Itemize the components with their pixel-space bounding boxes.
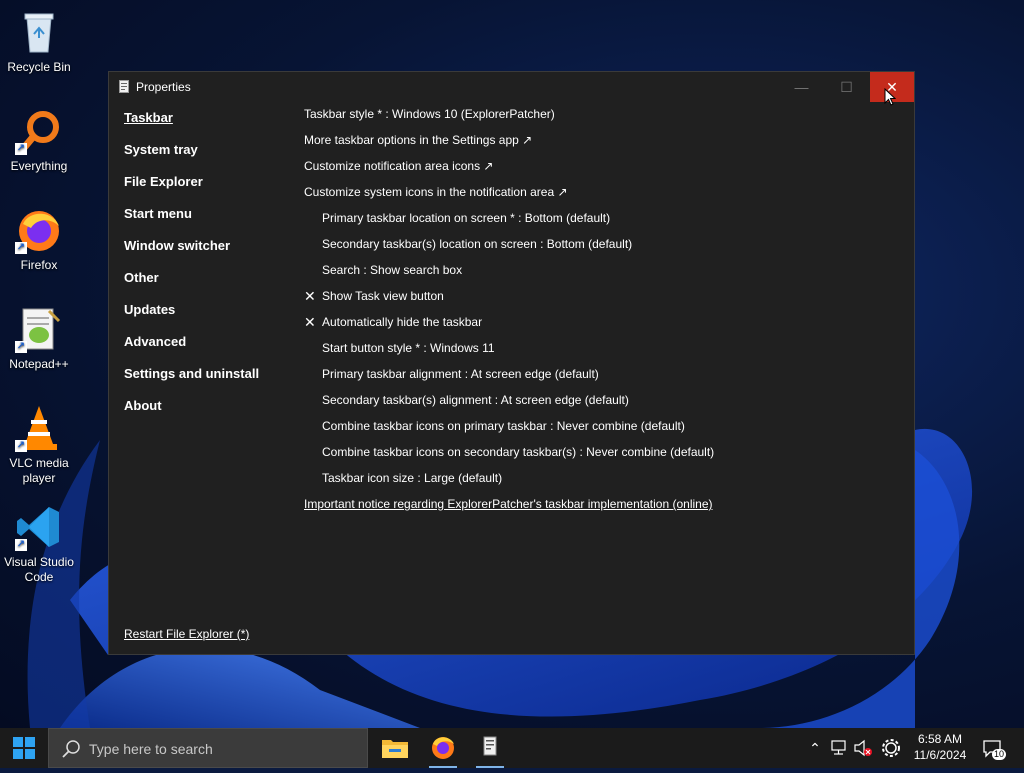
notification-count-badge: 10 (992, 749, 1007, 760)
option-search[interactable]: Search : Show search box (322, 263, 462, 277)
nav-about[interactable]: About (124, 398, 162, 413)
desktop-icon-label: VLC media player (9, 456, 69, 485)
shortcut-arrow-icon: ↗ (15, 440, 27, 452)
clock-date: 11/6/2024 (913, 748, 967, 762)
desktop-icon-recycle-bin[interactable]: Recycle Bin (2, 8, 76, 75)
option-show-task-view-button[interactable]: ✕ Show Task view button (304, 288, 444, 304)
taskbar-file-explorer[interactable] (372, 728, 418, 768)
option-more-taskbar-settings[interactable]: More taskbar options in the Settings app… (304, 133, 532, 147)
start-button[interactable] (0, 728, 48, 768)
windows-logo-icon (13, 737, 35, 759)
nav-updates[interactable]: Updates (124, 302, 175, 317)
desktop-icon-vscode[interactable]: ↗ Visual Studio Code (2, 503, 76, 585)
checkmark-icon: ✕ (304, 314, 316, 330)
restart-file-explorer-link[interactable]: Restart File Explorer (*) (124, 627, 249, 641)
file-explorer-icon (382, 740, 408, 758)
desktop-icon-label: Recycle Bin (7, 60, 71, 74)
important-notice-link[interactable]: Important notice regarding ExplorerPatch… (304, 497, 713, 511)
desktop-icon-label: Notepad++ (9, 357, 69, 371)
shortcut-arrow-icon: ↗ (15, 539, 27, 551)
desktop-icon-everything[interactable]: ↗ Everything (2, 107, 76, 174)
network-icon[interactable] (829, 728, 849, 768)
option-customize-system-icons[interactable]: Customize system icons in the notificati… (304, 185, 568, 199)
option-label: Automatically hide the taskbar (322, 315, 483, 329)
option-taskbar-style[interactable]: Taskbar style * : Windows 10 (ExplorerPa… (304, 107, 555, 121)
nav-settings-and-uninstall[interactable]: Settings and uninstall (124, 366, 259, 381)
volume-muted-icon[interactable] (852, 728, 874, 768)
option-taskbar-icon-size[interactable]: Taskbar icon size : Large (default) (322, 471, 502, 485)
nav-window-switcher[interactable]: Window switcher (124, 238, 230, 253)
notification-center-button[interactable]: 10 (978, 728, 1010, 768)
mouse-cursor-icon (884, 88, 896, 106)
taskbar-firefox[interactable] (420, 728, 466, 768)
option-auto-hide-taskbar[interactable]: ✕ Automatically hide the taskbar (304, 314, 483, 330)
firefox-icon (432, 737, 454, 759)
taskbar-properties-app[interactable] (467, 728, 513, 768)
properties-window: Properties — ☐ ✕ Taskbar System tray Fil… (108, 71, 915, 655)
desktop-icon-notepad-plus-plus[interactable]: ↗ Notepad++ (2, 305, 76, 372)
nav-file-explorer[interactable]: File Explorer (124, 174, 203, 189)
checkmark-icon: ✕ (304, 288, 316, 304)
window-title: Properties (136, 80, 191, 94)
clock-time: 6:58 AM (917, 732, 963, 746)
taskbar: Type here to search ⌃ 6:58 AM 11/6/2024 … (0, 728, 1024, 768)
option-customize-notification-icons[interactable]: Customize notification area icons ↗ (304, 159, 493, 173)
nav-system-tray[interactable]: System tray (124, 142, 198, 157)
option-label: Show Task view button (322, 289, 444, 303)
system-clock[interactable]: 6:58 AM 11/6/2024 (905, 731, 975, 763)
nav-start-menu[interactable]: Start menu (124, 206, 192, 221)
notifications-icon (983, 740, 1001, 758)
option-secondary-taskbar-alignment[interactable]: Secondary taskbar(s) alignment : At scre… (322, 393, 629, 407)
desktop-icon-label: Visual Studio Code (4, 555, 74, 584)
minimize-button[interactable]: — (779, 72, 824, 102)
option-secondary-taskbar-location[interactable]: Secondary taskbar(s) location on screen … (322, 237, 632, 251)
show-hidden-icons-button[interactable]: ⌃ (805, 728, 825, 768)
search-placeholder: Type here to search (89, 741, 213, 757)
shortcut-arrow-icon: ↗ (15, 341, 27, 353)
maximize-button[interactable]: ☐ (824, 72, 869, 102)
nav-taskbar[interactable]: Taskbar (124, 110, 173, 125)
taskbar-search-box[interactable]: Type here to search (48, 728, 368, 768)
desktop-icon-vlc[interactable]: ↗ VLC media player (2, 404, 76, 486)
nav-advanced[interactable]: Advanced (124, 334, 186, 349)
option-primary-taskbar-location[interactable]: Primary taskbar location on screen * : B… (322, 211, 610, 225)
option-combine-secondary[interactable]: Combine taskbar icons on secondary taskb… (322, 445, 714, 459)
shortcut-arrow-icon: ↗ (15, 143, 27, 155)
option-primary-taskbar-alignment[interactable]: Primary taskbar alignment : At screen ed… (322, 367, 599, 381)
desktop-icon-label: Firefox (20, 258, 58, 272)
shortcut-arrow-icon: ↗ (15, 242, 27, 254)
option-combine-primary[interactable]: Combine taskbar icons on primary taskbar… (322, 419, 685, 433)
recycle-bin-icon (24, 13, 54, 53)
option-start-button-style[interactable]: Start button style * : Windows 11 (322, 341, 495, 355)
search-icon (62, 740, 80, 758)
desktop-icon-firefox[interactable]: ↗ Firefox (2, 206, 76, 273)
nav-other[interactable]: Other (124, 270, 159, 285)
desktop-icon-label: Everything (10, 159, 68, 173)
properties-app-icon (119, 80, 129, 93)
title-bar[interactable]: Properties — ☐ ✕ (109, 72, 914, 102)
properties-app-icon (483, 736, 497, 756)
settings-gear-icon[interactable] (880, 728, 902, 768)
